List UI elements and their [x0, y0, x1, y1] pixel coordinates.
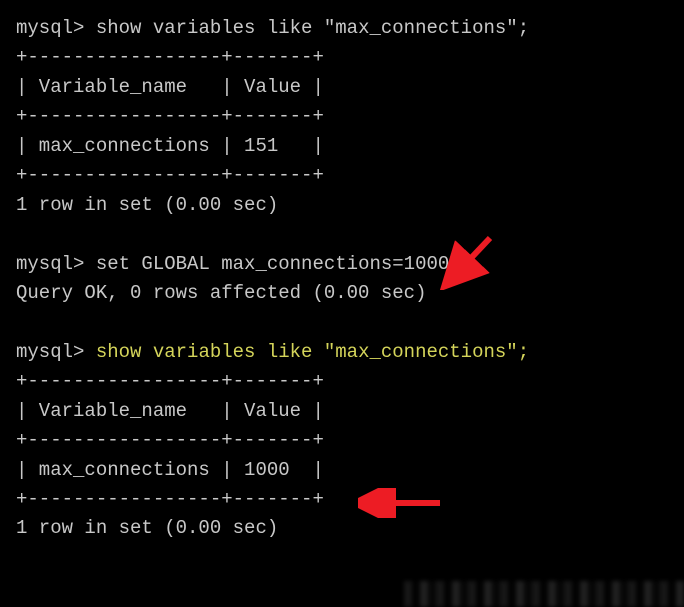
cmd-line-1: mysql> show variables like "max_connecti…: [16, 14, 668, 43]
mysql-prompt: mysql>: [16, 341, 84, 363]
table-border: +-----------------+-------+: [16, 426, 668, 455]
result-footer: 1 row in set (0.00 sec): [16, 514, 668, 543]
mysql-prompt: mysql>: [16, 253, 84, 275]
query-ok: Query OK, 0 rows affected (0.00 sec): [16, 279, 668, 308]
table-row: | max_connections | 151 |: [16, 132, 668, 161]
result-footer: 1 row in set (0.00 sec): [16, 191, 668, 220]
blank-line: [16, 308, 668, 337]
table-border: +-----------------+-------+: [16, 102, 668, 131]
cmd-line-2: mysql> set GLOBAL max_connections=1000;: [16, 250, 668, 279]
pixelation-artifact: [404, 581, 684, 607]
cmd-line-3: mysql> show variables like "max_connecti…: [16, 338, 668, 367]
mysql-prompt: mysql>: [16, 17, 84, 39]
table-header: | Variable_name | Value |: [16, 397, 668, 426]
table-border: +-----------------+-------+: [16, 367, 668, 396]
table-row: | max_connections | 1000 |: [16, 456, 668, 485]
table-border: +-----------------+-------+: [16, 43, 668, 72]
command-text: show variables like "max_connections";: [84, 17, 529, 39]
table-border: +-----------------+-------+: [16, 161, 668, 190]
blank-line: [16, 220, 668, 249]
table-border: +-----------------+-------+: [16, 485, 668, 514]
table-header: | Variable_name | Value |: [16, 73, 668, 102]
command-text-highlighted: show variables like "max_connections";: [84, 341, 529, 363]
command-text: set GLOBAL max_connections=1000;: [84, 253, 460, 275]
